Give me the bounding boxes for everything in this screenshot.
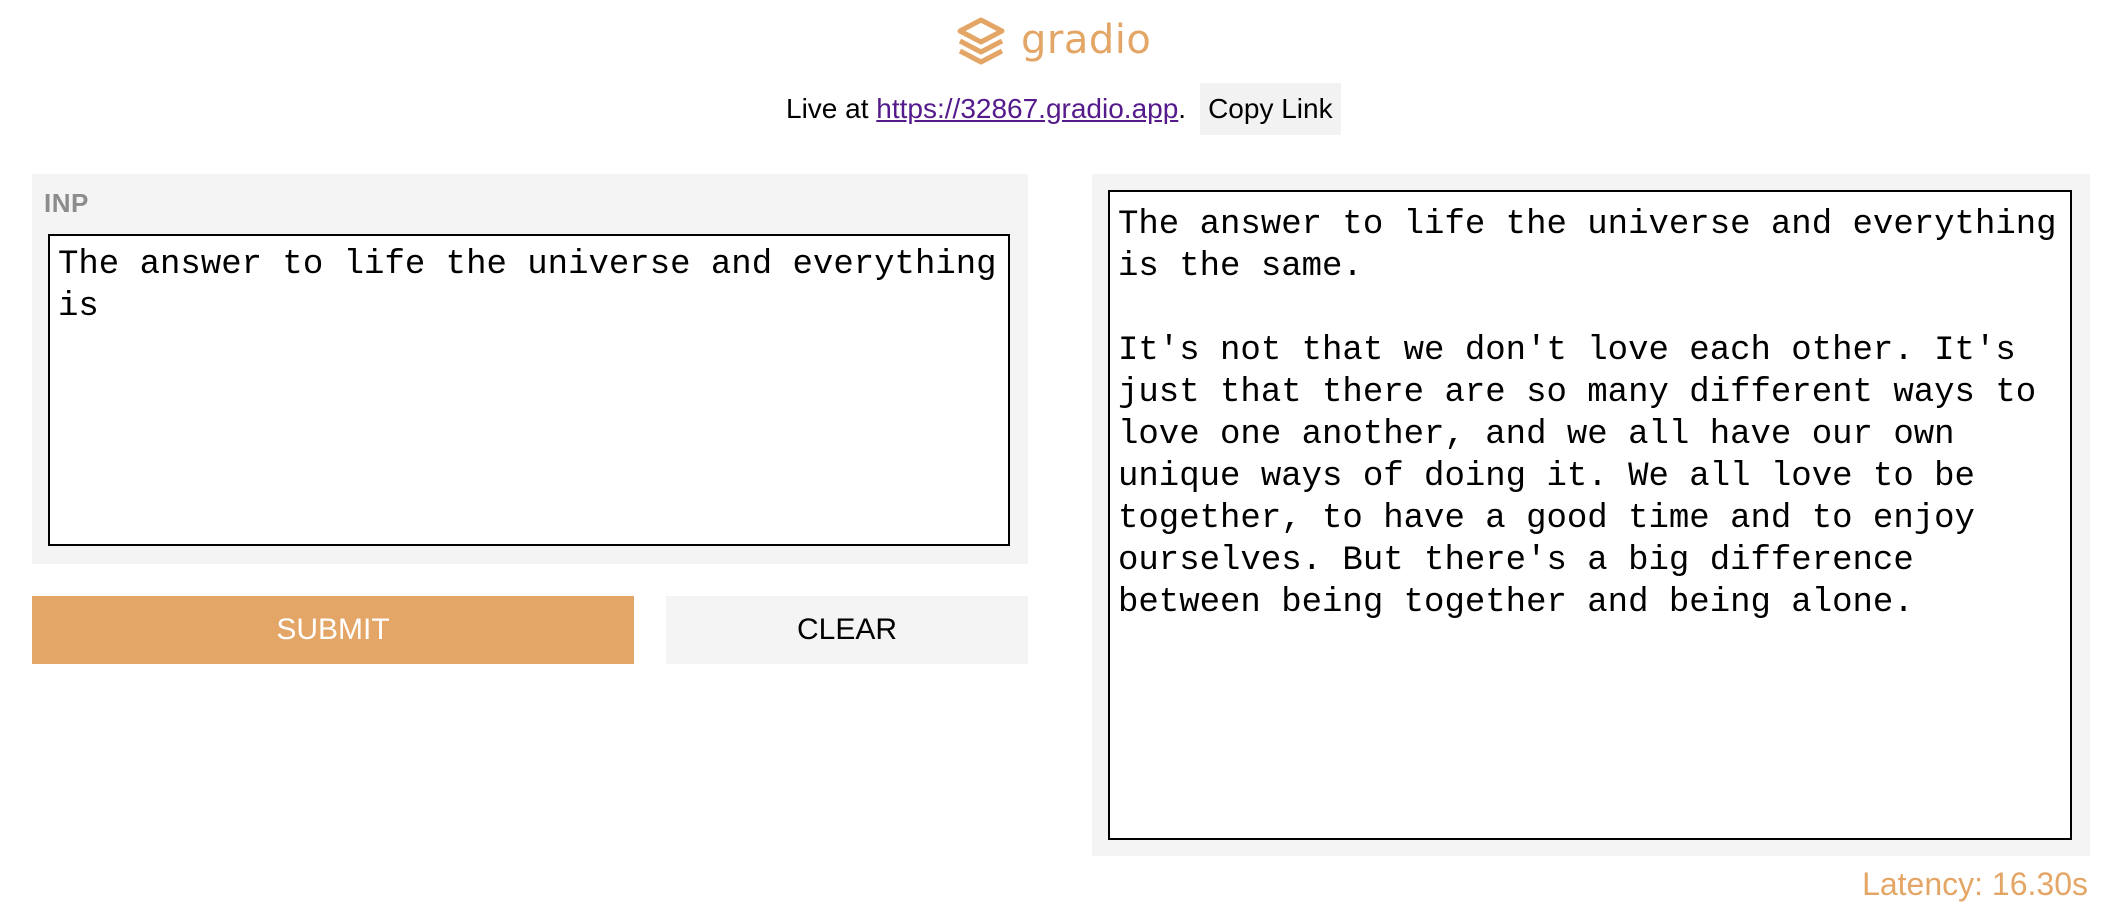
input-textbox[interactable]: The answer to life the universe and ever… bbox=[48, 234, 1010, 546]
gradio-logo: gradio bbox=[955, 12, 1151, 72]
share-url-link[interactable]: https://32867.gradio.app bbox=[876, 93, 1178, 125]
logo-text: gradio bbox=[1021, 17, 1152, 63]
output-panel: The answer to life the universe and ever… bbox=[1092, 174, 2090, 856]
input-panel: INP The answer to life the universe and … bbox=[32, 174, 1028, 564]
clear-button[interactable]: CLEAR bbox=[666, 596, 1028, 664]
gradio-logo-icon bbox=[957, 17, 1005, 65]
live-suffix: . bbox=[1178, 93, 1187, 124]
input-label: INP bbox=[44, 188, 89, 218]
share-link-bar: Live at https://32867.gradio.app . Copy … bbox=[786, 83, 1341, 135]
latency-label: Latency: bbox=[1862, 866, 1984, 902]
latency-indicator: Latency: 16.30s bbox=[1862, 866, 2088, 903]
copy-link-button[interactable]: Copy Link bbox=[1200, 83, 1341, 135]
output-textbox[interactable]: The answer to life the universe and ever… bbox=[1108, 190, 2072, 840]
latency-value: 16.30s bbox=[1991, 866, 2088, 902]
live-at-label: Live at bbox=[786, 93, 877, 124]
submit-button[interactable]: SUBMIT bbox=[32, 596, 634, 664]
